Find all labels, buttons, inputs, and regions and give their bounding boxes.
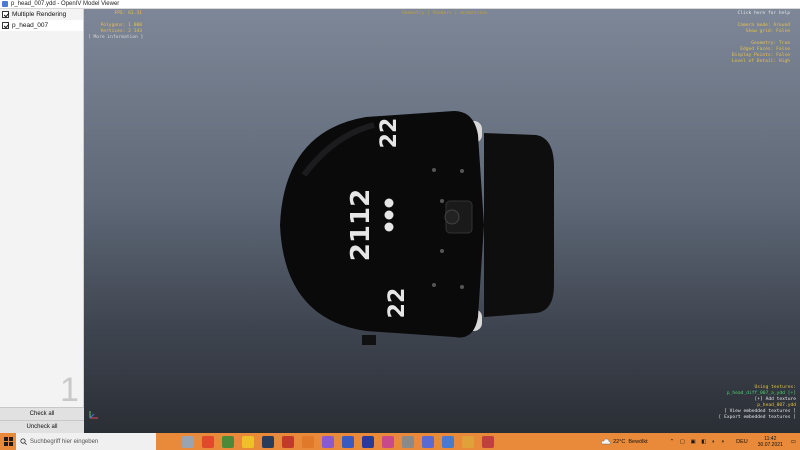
openiv-taskbar-icon[interactable] [402,435,414,448]
window-title: p_head_007.ydd - OpenIV Model Viewer [11,0,120,7]
blender-icon[interactable] [302,435,314,448]
rockstar-launcher-icon[interactable] [282,435,294,448]
firefox-icon[interactable] [202,435,214,448]
file-explorer-icon[interactable] [242,435,254,448]
helmet-number-top: 22 [377,118,402,149]
search-icon [20,438,27,445]
browser-icon[interactable] [442,435,454,448]
weather-status: Bewölkt [628,438,648,445]
tray-icons[interactable]: ⌃ ▢ ▣ ◧ ◐ ◑ [670,439,726,445]
meshroom-icon[interactable] [362,435,374,448]
title-bar: p_head_007.ydd - OpenIV Model Viewer [0,0,800,9]
weather-widget[interactable]: 22°C Bewölkt [601,438,648,445]
sidebar-item-p-head-007[interactable]: p_head_007 [0,20,83,31]
axis-gizmo-icon [89,411,98,419]
help-link[interactable]: Click here for help [732,11,790,17]
p-head-007-checkbox[interactable] [2,22,9,29]
3d-viewport[interactable]: FPS: 61.31 Polygons: 1 000 Vertices: 2 1… [84,9,800,433]
system-tray: 22°C Bewölkt ⌃ ▢ ▣ ◧ ◐ ◑ DEU 11:42 30.07… [601,433,796,450]
pinned-apps [178,435,498,448]
model-viewer-window: p_head_007.ydd - OpenIV Model Viewer Mul… [0,0,800,433]
search-placeholder: Suchbegriff hier eingeben [30,438,99,445]
helmet-number-side: 2112 [346,189,376,261]
cloud-icon [601,438,611,445]
lod-indicator: 1 [60,371,79,409]
windows-logo-icon [3,437,13,446]
minecraft-icon[interactable] [222,435,234,448]
helmet-number-bottom: 22 [385,288,410,319]
clock-date: 30.07.2021 [757,441,783,448]
sidebar-item-label: p_head_007 [12,22,49,29]
active-app-icon[interactable] [462,435,474,448]
temperature: 22°C [613,438,626,445]
steam-icon[interactable] [262,435,274,448]
multiple-rendering-checkbox[interactable] [2,11,9,18]
affinity-icon[interactable] [322,435,334,448]
model-list-sidebar: Multiple Rendering p_head_007 1 Check al… [0,9,84,433]
check-all-button[interactable]: Check all [0,407,84,420]
notifications-icon[interactable]: ▭ [791,439,796,445]
level-of-detail-setting[interactable]: Level of Detail: High [732,59,790,65]
tool-icon[interactable] [482,435,494,448]
app-icon[interactable] [382,435,394,448]
input-language[interactable]: DEU [736,439,748,445]
task-view-icon[interactable] [182,435,194,448]
texture-panel: Using textures: p_head_diff_007_a_ydd [+… [719,385,796,421]
editor-icon[interactable] [342,435,354,448]
helmet-dots [384,198,394,232]
viewer-settings: Click here for help Camera mode: Around … [732,11,790,65]
export-embedded-textures-link[interactable]: [ Export embedded textures ] [719,415,796,421]
render-stats: FPS: 61.31 Polygons: 1 000 Vertices: 2 1… [84,11,143,35]
clock[interactable]: 11:42 30.07.2021 [758,436,783,448]
discord-icon[interactable] [422,435,434,448]
start-button[interactable] [0,433,16,450]
multiple-rendering-toggle[interactable]: Multiple Rendering [0,9,83,20]
more-information-link[interactable]: [ More information ] [88,35,143,41]
taskbar-search[interactable]: Suchbegriff hier eingeben [16,433,156,450]
multiple-rendering-label: Multiple Rendering [12,11,67,18]
uncheck-all-button[interactable]: Uncheck all [0,420,84,433]
openiv-app-icon [2,1,8,7]
viewer-mode-tabs[interactable]: Geometry | Shaders | Animations [402,11,488,17]
helmet-model: 2112 22 22 [280,111,554,345]
